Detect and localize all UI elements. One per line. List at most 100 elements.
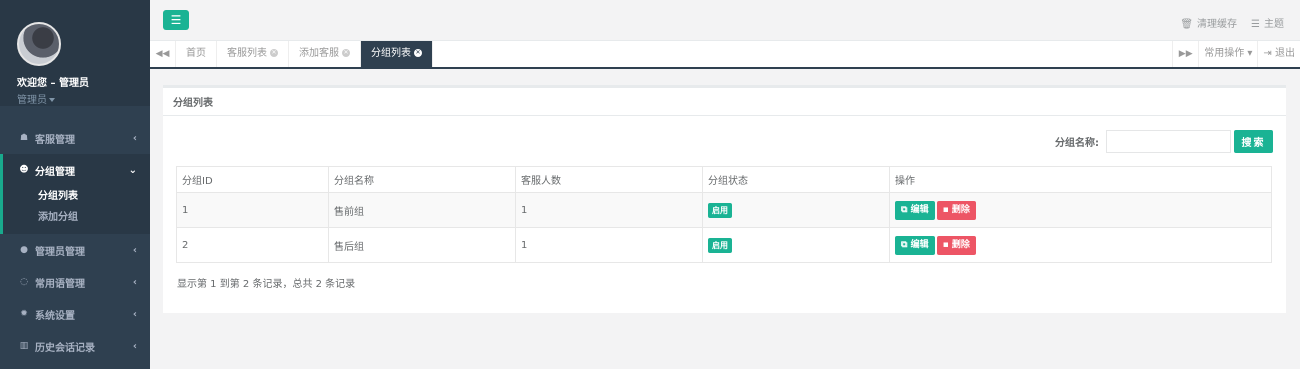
tab-service-list[interactable]: 客服列表 ✕ (217, 41, 289, 67)
cell-name: 售前组 (328, 192, 516, 228)
caret-down-icon (49, 98, 55, 102)
close-icon[interactable]: ✕ (342, 49, 350, 57)
group-table: 分组ID 分组名称 客服人数 分组状态 操作 1 售前组 1 启用 ⧉ 编辑 ▪ … (176, 166, 1272, 263)
tab-label: 分组列表 (371, 48, 411, 59)
panel-title: 分组列表 (163, 85, 1286, 116)
column-header: 操作 (889, 166, 1272, 193)
common-ops-dropdown[interactable]: 常用操作 ▾ (1198, 41, 1257, 67)
logout-label: 退出 (1275, 48, 1295, 59)
chevron-left-icon: ‹ (132, 276, 137, 288)
sidebar-item-settings[interactable]: ✹ 系统设置 ‹ (0, 298, 150, 330)
sidebar-item-label: 系统设置 (35, 310, 75, 322)
sidebar-submenu: 分组列表 添加分组 (3, 186, 150, 234)
cell-count: 1 (515, 192, 703, 228)
cell-id: 2 (176, 227, 329, 263)
cell-id: 1 (176, 192, 329, 228)
close-icon[interactable]: ✕ (270, 49, 278, 57)
tab-label: 首页 (186, 48, 206, 59)
edit-label: 编辑 (910, 239, 929, 250)
search-button[interactable]: 搜索 (1234, 130, 1273, 153)
delete-button[interactable]: ▪ 删除 (936, 200, 976, 220)
gear-icon: ✹ (20, 309, 28, 319)
edit-button[interactable]: ⧉ 编辑 (895, 200, 935, 220)
trash-icon: ▪ (942, 239, 949, 250)
list-icon: ☰ (1251, 19, 1260, 30)
chevron-left-icon: ‹ (132, 308, 137, 320)
table-row: 1 售前组 1 启用 ⧉ 编辑 ▪ 删除 (176, 192, 1272, 228)
headset-icon: ☗ (19, 133, 29, 143)
status-badge: 启用 (708, 237, 732, 253)
tab-list: 首页 客服列表 ✕ 添加客服 ✕ 分组列表 ✕ (176, 41, 433, 67)
sidebar-item-label: 客服管理 (35, 134, 75, 146)
cell-status: 启用 (702, 192, 890, 228)
chevron-left-icon: ‹ (132, 340, 137, 352)
sidebar-item-label: 分组管理 (35, 166, 75, 178)
trash-icon: 🗑 (1180, 19, 1194, 30)
logout-button[interactable]: ⇥ 退出 (1257, 41, 1300, 67)
sidebar-nav: ☗ 客服管理 ‹ ☻ 分组管理 ⌄ 分组列表 添加分组 ● 管理员管理 ‹ ◌ … (0, 122, 150, 362)
sidebar-item-label: 历史会话记录 (35, 342, 95, 354)
sidebar-item-history[interactable]: ▥ 历史会话记录 ‹ (0, 330, 150, 362)
avatar[interactable] (17, 22, 61, 66)
edit-label: 编辑 (910, 204, 929, 215)
column-header[interactable]: 客服人数 (515, 166, 703, 193)
content-panel: 分组列表 分组名称: 搜索 分组ID 分组名称 客服人数 分组状态 操作 1 售… (163, 85, 1286, 313)
menu-toggle-button[interactable]: ☰ (163, 10, 189, 30)
table-header-row: 分组ID 分组名称 客服人数 分组状态 操作 (176, 166, 1272, 193)
caret-down-icon: ▾ (1247, 48, 1253, 59)
status-badge: 启用 (708, 202, 732, 218)
cell-actions: ⧉ 编辑 ▪ 删除 (889, 192, 1272, 228)
top-header: ☰ 🗑 清理缓存 ☰ 主题 (150, 0, 1300, 41)
users-icon: ☻ (19, 165, 29, 175)
profile-panel: 欢迎您 – 管理员 管理员 (0, 0, 150, 106)
sidebar-item-service[interactable]: ☗ 客服管理 ‹ (0, 122, 150, 154)
tab-right-actions: ▶▶ 常用操作 ▾ ⇥ 退出 (1172, 41, 1300, 67)
tab-add-service[interactable]: 添加客服 ✕ (289, 41, 361, 67)
clear-cache-label: 清理缓存 (1197, 19, 1238, 30)
scroll-right-icon[interactable]: ▶▶ (1172, 41, 1198, 67)
chevron-left-icon: ‹ (132, 244, 137, 256)
copy-icon: ⧉ (901, 239, 908, 250)
theme-button[interactable]: ☰ 主题 (1251, 15, 1284, 30)
submenu-item-add-group[interactable]: 添加分组 (3, 207, 150, 228)
sidebar-item-groups[interactable]: ☻ 分组管理 ⌄ (3, 154, 150, 186)
cell-status: 启用 (702, 227, 890, 263)
column-header[interactable]: 分组ID (176, 166, 329, 193)
cell-actions: ⧉ 编辑 ▪ 删除 (889, 227, 1272, 263)
tab-label: 添加客服 (299, 48, 339, 59)
tab-label: 客服列表 (227, 48, 267, 59)
common-ops-label: 常用操作 (1204, 48, 1245, 59)
search-form: 分组名称: 搜索 (1055, 130, 1273, 153)
cell-name: 售后组 (328, 227, 516, 263)
clear-cache-button[interactable]: 🗑 清理缓存 (1180, 15, 1237, 30)
sidebar-item-phrases[interactable]: ◌ 常用语管理 ‹ (0, 266, 150, 298)
copy-icon: ⧉ (901, 204, 908, 215)
delete-label: 删除 (951, 239, 970, 250)
sidebar-group-open: ☻ 分组管理 ⌄ 分组列表 添加分组 (0, 154, 150, 234)
chevron-down-icon: ⌄ (128, 164, 137, 176)
delete-label: 删除 (951, 204, 970, 215)
search-label: 分组名称: (1055, 138, 1099, 149)
submenu-item-group-list[interactable]: 分组列表 (3, 186, 150, 207)
tab-bar: ◀◀ 首页 客服列表 ✕ 添加客服 ✕ 分组列表 ✕ ▶▶ 常用操作 ▾ ⇥ 退出 (150, 41, 1300, 69)
pagination-summary: 显示第 1 到第 2 条记录，总共 2 条记录 (177, 279, 356, 290)
close-icon[interactable]: ✕ (414, 49, 422, 57)
tab-home[interactable]: 首页 (176, 41, 217, 67)
delete-button[interactable]: ▪ 删除 (936, 235, 976, 255)
tab-group-list[interactable]: 分组列表 ✕ (361, 41, 433, 67)
cell-count: 1 (515, 227, 703, 263)
scroll-left-icon[interactable]: ◀◀ (150, 41, 176, 67)
edit-button[interactable]: ⧉ 编辑 (895, 235, 935, 255)
search-input[interactable] (1106, 130, 1231, 153)
bar-chart-icon: ▥ (19, 341, 29, 351)
role-label: 管理员 (17, 95, 47, 106)
sidebar-item-admins[interactable]: ● 管理员管理 ‹ (0, 234, 150, 266)
sign-out-icon: ⇥ (1263, 48, 1272, 59)
theme-label: 主题 (1264, 19, 1284, 30)
role-dropdown[interactable]: 管理员 (17, 91, 150, 106)
column-header[interactable]: 分组名称 (328, 166, 516, 193)
sidebar: 欢迎您 – 管理员 管理员 ☗ 客服管理 ‹ ☻ 分组管理 ⌄ 分组列表 添加分… (0, 0, 150, 369)
welcome-text: 欢迎您 – 管理员 (17, 78, 89, 89)
table-row: 2 售后组 1 启用 ⧉ 编辑 ▪ 删除 (176, 227, 1272, 263)
column-header[interactable]: 分组状态 (702, 166, 890, 193)
